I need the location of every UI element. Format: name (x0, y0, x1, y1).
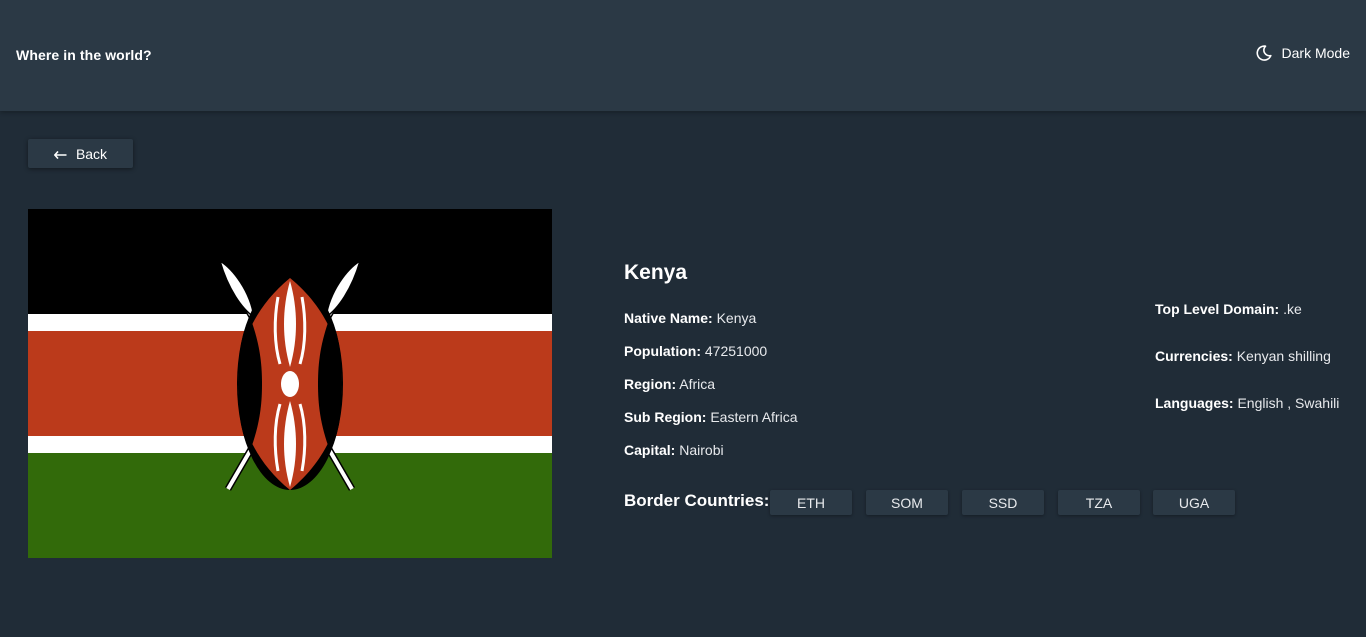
field-key: Capital: (624, 442, 676, 458)
dark-mode-toggle[interactable]: Dark Mode (1256, 45, 1350, 61)
kenya-flag-image (28, 209, 552, 558)
field-value: Eastern Africa (710, 409, 798, 425)
field-value: 47251000 (704, 343, 768, 359)
country-name: Kenya (624, 261, 688, 284)
border-country-chip[interactable]: ETH (770, 490, 852, 515)
moon-icon (1256, 45, 1272, 61)
field-value: English , Swahili (1237, 395, 1340, 411)
border-country-chip[interactable]: UGA (1153, 490, 1235, 515)
border-country-chip[interactable]: SSD (962, 490, 1044, 515)
field-value: .ke (1283, 301, 1302, 317)
field-sub-region: Sub Region: Eastern Africa (624, 409, 797, 425)
field-key: Currencies: (1155, 348, 1233, 364)
field-key: Languages: (1155, 395, 1234, 411)
field-key: Native Name: (624, 310, 713, 326)
back-label: Back (75, 145, 108, 162)
country-flag (28, 209, 552, 558)
field-currencies: Currencies: Kenyan shilling (1155, 348, 1331, 364)
border-country-chip[interactable]: TZA (1058, 490, 1140, 515)
field-value: Nairobi (679, 442, 724, 458)
border-countries-label: Border Countries: (624, 491, 770, 510)
field-key: Population: (624, 343, 701, 359)
app-title: Where in the world? (16, 47, 152, 63)
field-top-level-domain: Top Level Domain: .ke (1155, 301, 1302, 317)
field-native-name: Native Name: Kenya (624, 310, 756, 326)
field-value: Kenyan shilling (1236, 348, 1331, 364)
field-value: Africa (679, 376, 716, 392)
field-key: Region: (624, 376, 677, 392)
field-key: Top Level Domain: (1155, 301, 1280, 317)
field-capital: Capital: Nairobi (624, 442, 724, 458)
arrow-left-icon (53, 146, 67, 162)
dark-mode-label: Dark Mode (1281, 45, 1350, 61)
field-value: Kenya (716, 310, 757, 326)
app-header: Where in the world? Dark Mode (0, 0, 1366, 111)
border-country-chip[interactable]: SOM (866, 490, 948, 515)
field-population: Population: 47251000 (624, 343, 767, 359)
field-region: Region: Africa (624, 376, 715, 392)
field-key: Sub Region: (624, 409, 707, 425)
field-languages: Languages: English , Swahili (1155, 395, 1339, 411)
back-button[interactable]: Back (28, 139, 133, 168)
